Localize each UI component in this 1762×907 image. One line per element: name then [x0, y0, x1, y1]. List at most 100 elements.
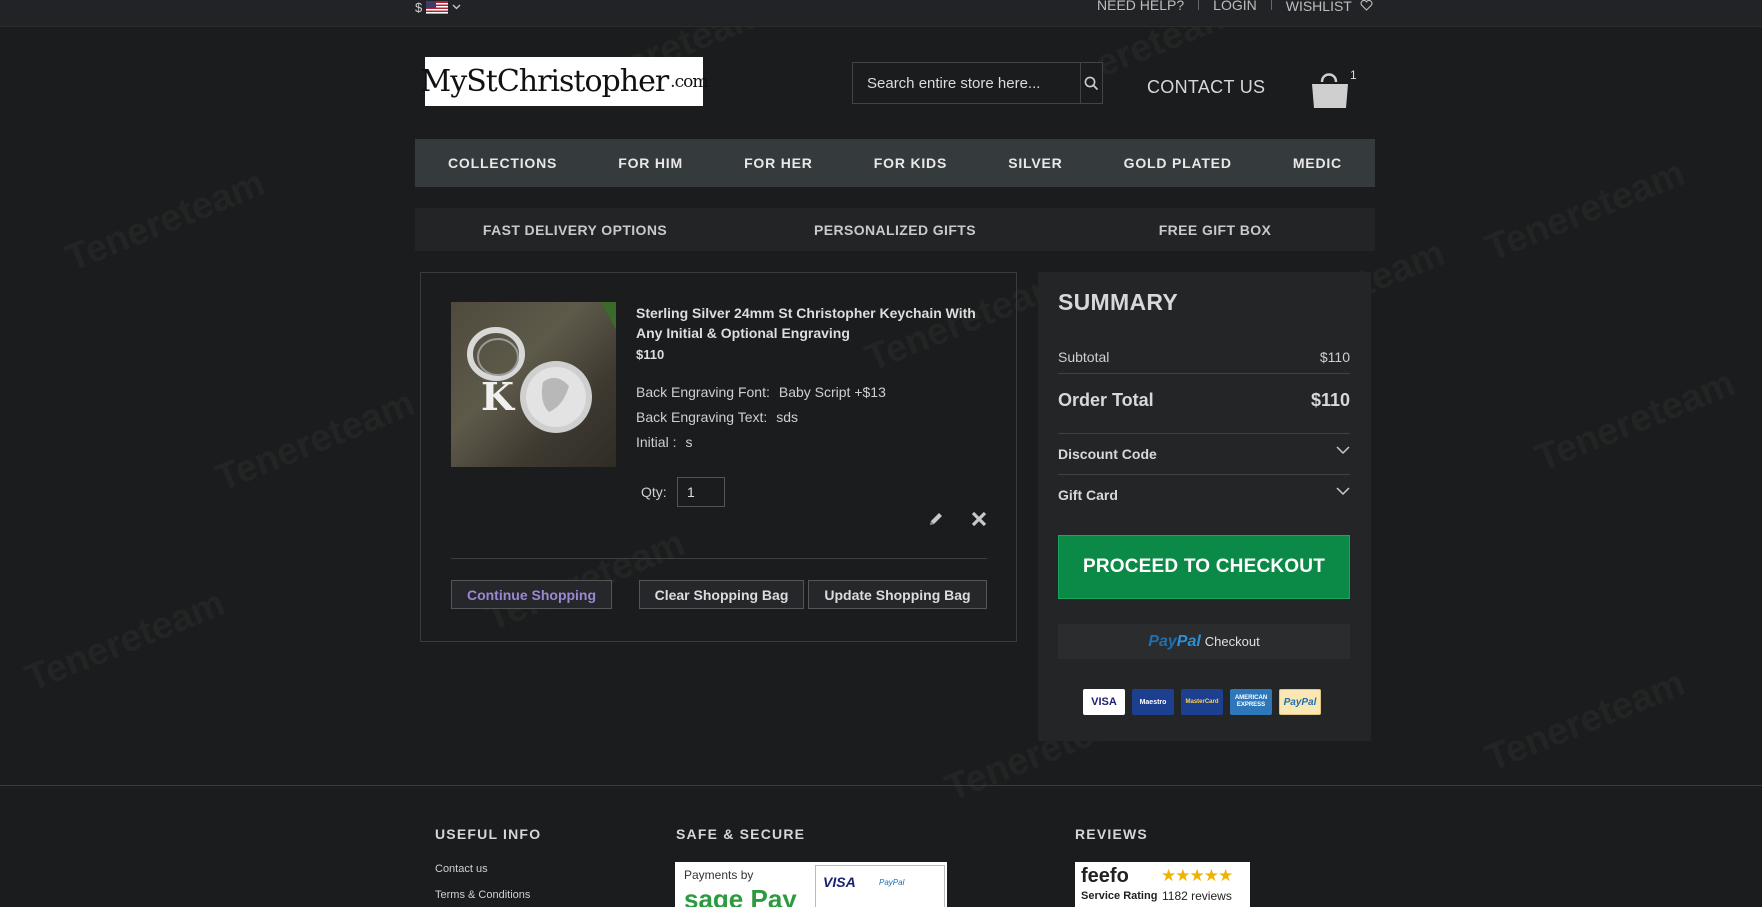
visa-icon: VISA	[823, 874, 856, 890]
currency-symbol: $	[415, 0, 423, 15]
search-icon	[1084, 76, 1099, 90]
keychain-illustration: K	[467, 302, 616, 433]
safe-secure-heading: SAFE & SECURE	[676, 826, 806, 842]
product-image[interactable]: K	[451, 302, 616, 467]
nav-collections[interactable]: COLLECTIONS	[448, 155, 557, 171]
footer-link-contact-us[interactable]: Contact us	[435, 863, 488, 875]
watermark: Tenereteam	[210, 382, 421, 501]
discount-code-label: Discount Code	[1058, 446, 1157, 462]
paypal-logo: PayPal	[1148, 633, 1200, 651]
continue-shopping-button[interactable]: Continue Shopping	[451, 580, 612, 609]
search-bar	[852, 62, 1103, 104]
subtotal-label: Subtotal	[1058, 349, 1110, 365]
nav-for-her[interactable]: FOR HER	[744, 155, 813, 171]
proceed-to-checkout-button[interactable]: PROCEED TO CHECKOUT	[1058, 535, 1350, 599]
paypal-card-icon: PayPal	[1279, 689, 1321, 715]
remove-item-icon[interactable]	[971, 511, 987, 527]
option-initial: Initial : s	[636, 434, 692, 450]
sagepay-badge[interactable]: Payments by sage Pay VISA PayPal	[675, 862, 947, 907]
maestro-card-icon: Maestro	[1132, 689, 1174, 715]
logo-text: MyStChristopher	[420, 64, 670, 99]
us-flag-icon	[426, 0, 449, 14]
top-links: NEED HELP? LOGIN WISHLIST	[1097, 0, 1373, 13]
wishlist-link[interactable]: WISHLIST	[1286, 0, 1373, 13]
product-name[interactable]: Sterling Silver 24mm St Christopher Keyc…	[636, 303, 996, 343]
option-value: sds	[776, 409, 799, 425]
top-bar	[0, 0, 1762, 27]
promo-personalized-gifts[interactable]: PERSONALIZED GIFTS	[735, 222, 1055, 238]
discount-code-toggle[interactable]: Discount Code	[1058, 446, 1350, 462]
order-total-row: Order Total $110	[1058, 390, 1350, 411]
promo-fast-delivery[interactable]: FAST DELIVERY OPTIONS	[415, 222, 735, 238]
useful-info-heading: USEFUL INFO	[435, 826, 542, 842]
nav-for-kids[interactable]: FOR KIDS	[874, 155, 947, 171]
sagepay-logo: sage Pay	[684, 884, 797, 907]
footer-link-terms[interactable]: Terms & Conditions	[435, 889, 530, 901]
option-label: Back Engraving Text:	[636, 409, 768, 425]
watermark: Tenereteam	[1480, 662, 1691, 781]
order-summary	[1038, 272, 1371, 741]
option-back-engraving-text: Back Engraving Text: sds	[636, 409, 798, 425]
amex-card-icon: AMERICAN EXPRESS	[1230, 689, 1272, 715]
feefo-logo: feefo	[1081, 865, 1129, 887]
divider	[1058, 474, 1350, 475]
logo-suffix: .com	[670, 71, 708, 92]
summary-title: SUMMARY	[1058, 289, 1179, 315]
feefo-badge[interactable]: feefo ★★★★★ Service Rating 1182 reviews	[1075, 862, 1250, 907]
promo-nav: FAST DELIVERY OPTIONS PERSONALIZED GIFTS…	[415, 208, 1375, 251]
search-input[interactable]	[853, 63, 1080, 103]
search-button[interactable]	[1080, 63, 1102, 103]
feefo-review-count: 1182 reviews	[1162, 889, 1232, 903]
star-rating-icon: ★★★★★	[1161, 866, 1233, 885]
watermark: Tenereteam	[1480, 152, 1691, 271]
divider	[1198, 0, 1200, 10]
feefo-rating-label: Service Rating	[1081, 890, 1158, 902]
shopping-bag-icon[interactable]	[1308, 66, 1352, 110]
gift-card-label: Gift Card	[1058, 487, 1118, 503]
subtotal-value: $110	[1319, 349, 1350, 365]
nav-silver[interactable]: SILVER	[1008, 155, 1062, 171]
gift-card-toggle[interactable]: Gift Card	[1058, 487, 1350, 503]
nav-for-him[interactable]: FOR HIM	[618, 155, 683, 171]
login-link[interactable]: LOGIN	[1213, 0, 1257, 12]
option-back-engraving-font: Back Engraving Font: Baby Script +$13	[636, 384, 886, 400]
product-image-letter: K	[481, 374, 516, 419]
option-label: Back Engraving Font:	[636, 384, 770, 400]
nav-medic[interactable]: MEDIC	[1293, 155, 1342, 171]
chevron-down-icon	[452, 4, 461, 10]
heart-icon	[1360, 0, 1372, 11]
order-total-value: $110	[1310, 390, 1350, 410]
paypal-checkout-button[interactable]: PayPal Checkout	[1058, 624, 1350, 659]
promo-free-gift-box[interactable]: FREE GIFT BOX	[1055, 222, 1375, 238]
main-nav: COLLECTIONS FOR HIM FOR HER FOR KIDS SIL…	[415, 139, 1375, 187]
contact-us-link[interactable]: CONTACT US	[1147, 77, 1265, 98]
watermark: Tenereteam	[60, 162, 271, 281]
paypal-checkout-label: Checkout	[1204, 634, 1260, 649]
order-total-label: Order Total	[1058, 390, 1154, 410]
nav-gold-plated[interactable]: GOLD PLATED	[1124, 155, 1232, 171]
qty-input[interactable]	[677, 477, 725, 507]
option-value: s	[685, 434, 693, 450]
watermark: Tenereteam	[20, 582, 231, 701]
product-price: $110	[636, 347, 665, 362]
subtotal-row: Subtotal $110	[1058, 349, 1350, 365]
divider	[451, 558, 987, 559]
option-label: Initial :	[636, 434, 677, 450]
footer-divider	[0, 785, 1762, 786]
need-help-link[interactable]: NEED HELP?	[1097, 0, 1184, 12]
update-shopping-bag-button[interactable]: Update Shopping Bag	[808, 580, 987, 609]
chevron-down-icon	[1336, 446, 1350, 455]
site-logo[interactable]: MyStChristopher .com	[421, 57, 708, 106]
currency-switcher[interactable]: $	[415, 0, 461, 15]
edit-pencil-icon[interactable]	[928, 511, 944, 527]
paypal-icon: PayPal	[879, 878, 905, 887]
divider	[1270, 0, 1272, 10]
mastercard-card-icon: MasterCard	[1181, 689, 1223, 715]
visa-card-icon: VISA	[1083, 689, 1125, 715]
payment-cards: VISA Maestro MasterCard AMERICAN EXPRESS…	[1083, 689, 1321, 715]
chevron-down-icon	[1336, 487, 1350, 496]
qty-label: Qty:	[641, 484, 667, 500]
divider	[1058, 373, 1350, 374]
watermark: Tenereteam	[1530, 362, 1741, 481]
clear-shopping-bag-button[interactable]: Clear Shopping Bag	[639, 580, 804, 609]
